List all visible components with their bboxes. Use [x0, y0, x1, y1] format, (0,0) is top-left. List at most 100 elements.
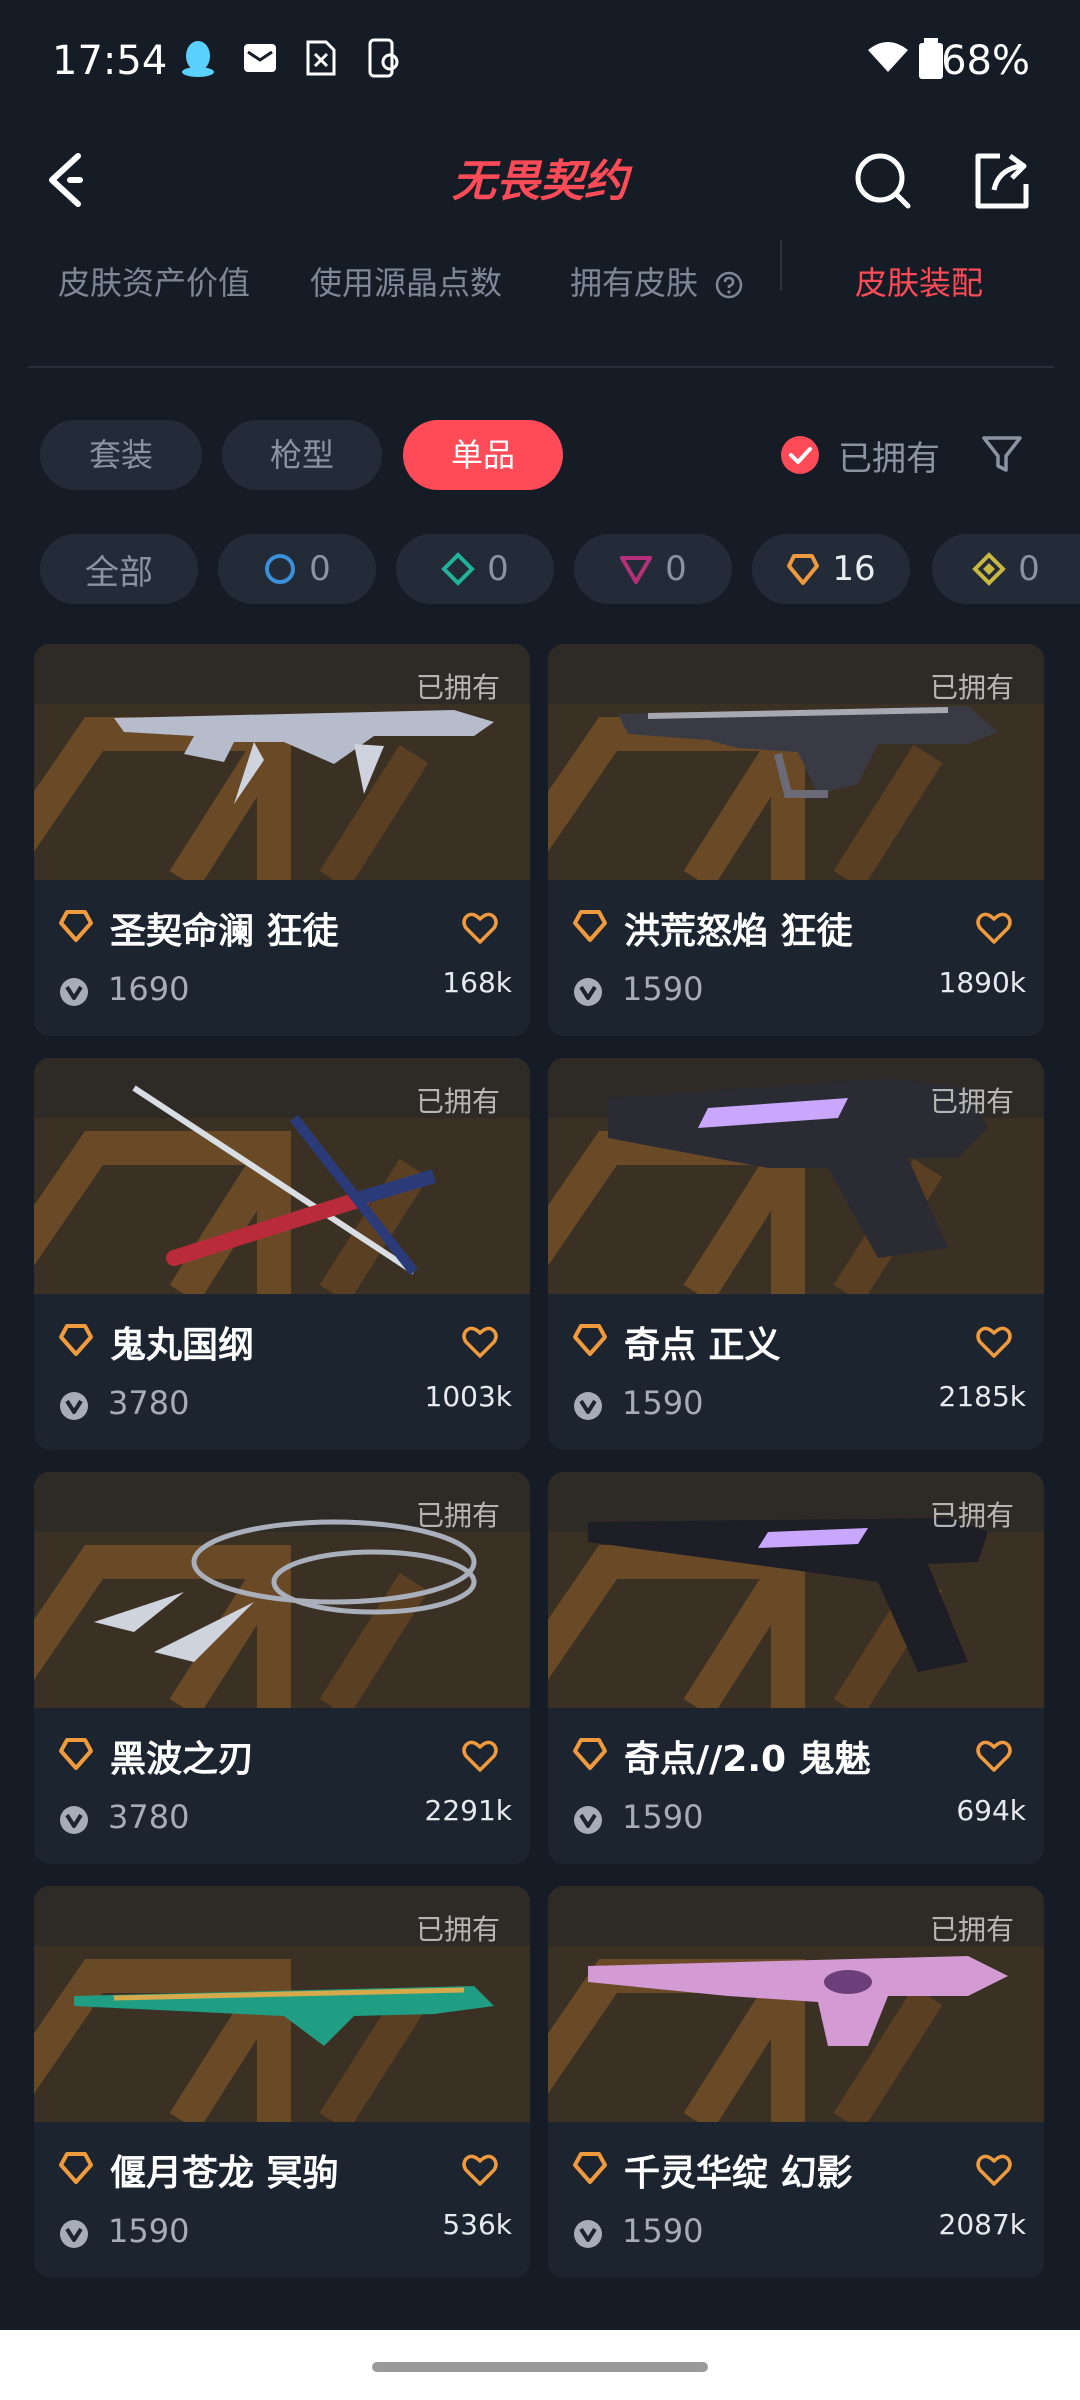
- skin-price: 3780: [108, 1384, 190, 1422]
- tab-asset-value[interactable]: 皮肤资产价值: [58, 258, 250, 304]
- sim-icon: [306, 40, 336, 76]
- rarity-count: 0: [309, 549, 331, 589]
- skin-info: 圣契命澜 狂徒 1690 168k: [34, 880, 530, 1036]
- valorant-points-icon: [574, 978, 602, 1006]
- chip-gun-type[interactable]: 枪型: [222, 420, 382, 490]
- rarity-chip-all[interactable]: 全部: [40, 534, 198, 604]
- owned-tag: 已拥有: [929, 1085, 1014, 1118]
- select-tier-icon: [265, 554, 296, 584]
- skin-name: 千灵华绽 幻影: [624, 2153, 853, 2194]
- skin-name: 圣契命澜 狂徒: [110, 911, 339, 952]
- svg-text:无畏契约: 无畏契约: [452, 156, 633, 207]
- owned-filter[interactable]: 已拥有: [780, 428, 940, 482]
- skin-image: 已拥有: [34, 1886, 530, 2122]
- valorant-points-icon: [574, 1806, 602, 1834]
- divider: [28, 366, 1054, 368]
- like-count: 694k: [956, 1794, 1026, 1827]
- heart-icon[interactable]: [974, 1736, 1014, 1776]
- skin-name: 奇点 正义: [624, 1325, 781, 1366]
- skin-card[interactable]: 已拥有 奇点 正义 1590 2185k: [548, 1058, 1044, 1450]
- exclusive-tier-icon: [573, 2152, 607, 2184]
- search-icon[interactable]: [850, 148, 914, 212]
- back-icon[interactable]: [40, 150, 100, 210]
- skin-card[interactable]: 已拥有 洪荒怒焰 狂徒 1590 1890k: [548, 644, 1044, 1036]
- skin-info: 千灵华绽 幻影 1590 2087k: [548, 2122, 1044, 2278]
- rarity-chip-select[interactable]: 0: [218, 534, 376, 604]
- skin-name: 鬼丸国纲: [110, 1325, 255, 1366]
- skin-price: 1590: [622, 970, 704, 1008]
- share-icon[interactable]: [970, 148, 1034, 212]
- like-count: 2291k: [424, 1794, 512, 1827]
- rarity-count: 0: [665, 549, 687, 589]
- skin-image: 已拥有: [548, 1058, 1044, 1294]
- skin-image: 已拥有: [548, 1886, 1044, 2122]
- tab-owned-skins[interactable]: 拥有皮肤: [570, 258, 744, 304]
- skin-info: 偃月苍龙 冥驹 1590 536k: [34, 2122, 530, 2278]
- rarity-chip-exclusive[interactable]: 16: [752, 534, 910, 604]
- skin-card[interactable]: 已拥有 黑波之刃 3780 2291k: [34, 1472, 530, 1864]
- skin-card[interactable]: 已拥有 千灵华绽 幻影 1590 2087k: [548, 1886, 1044, 2278]
- rarity-chip-ultra[interactable]: 0: [932, 534, 1080, 604]
- deluxe-tier-icon: [441, 552, 476, 586]
- home-indicator[interactable]: [372, 2362, 708, 2372]
- owned-filter-label: 已拥有: [838, 438, 940, 479]
- heart-icon[interactable]: [974, 2150, 1014, 2190]
- mail-icon: [244, 44, 276, 72]
- rarity-count: 0: [487, 549, 509, 589]
- chip-single-item[interactable]: 单品: [403, 420, 563, 490]
- filter-icon[interactable]: [980, 432, 1024, 476]
- wifi-icon: [868, 42, 908, 72]
- tab-radianite-points[interactable]: 使用源晶点数: [310, 258, 502, 304]
- tab-divider: [780, 240, 782, 290]
- check-circle-icon[interactable]: [780, 435, 820, 475]
- ultra-tier-icon: [972, 552, 1007, 586]
- skin-info: 鬼丸国纲 3780 1003k: [34, 1294, 530, 1450]
- qq-icon: [182, 41, 214, 77]
- help-icon[interactable]: [714, 270, 744, 300]
- skin-image: 已拥有: [34, 644, 530, 880]
- valorant-points-icon: [574, 1392, 602, 1420]
- heart-icon[interactable]: [460, 1736, 500, 1776]
- skin-name: 洪荒怒焰 狂徒: [624, 911, 853, 952]
- skin-card[interactable]: 已拥有 偃月苍龙 冥驹 1590 536k: [34, 1886, 530, 2278]
- like-count: 2087k: [938, 2208, 1026, 2241]
- heart-icon[interactable]: [974, 1322, 1014, 1362]
- valorant-points-icon: [60, 1392, 88, 1420]
- rarity-count: 16: [832, 549, 876, 589]
- valorant-points-icon: [60, 1806, 88, 1834]
- skin-info: 奇点 正义 1590 2185k: [548, 1294, 1044, 1450]
- skin-image: 已拥有: [548, 1472, 1044, 1708]
- skin-price: 3780: [108, 1798, 190, 1836]
- skin-card[interactable]: 已拥有 奇点//2.0 鬼魅 1590 694k: [548, 1472, 1044, 1864]
- owned-tag: 已拥有: [929, 1499, 1014, 1532]
- like-count: 168k: [442, 966, 512, 999]
- rarity-chip-deluxe[interactable]: 0: [396, 534, 554, 604]
- tab-owned-skins-label: 拥有皮肤: [570, 264, 699, 302]
- battery-percent: 68%: [941, 38, 1030, 84]
- skin-image: 已拥有: [548, 644, 1044, 880]
- heart-icon[interactable]: [460, 2150, 500, 2190]
- valorant-points-icon: [574, 2220, 602, 2248]
- tab-skin-loadout[interactable]: 皮肤装配: [855, 258, 983, 304]
- exclusive-tier-icon: [787, 554, 820, 585]
- premium-tier-icon: [620, 556, 653, 584]
- skin-info: 洪荒怒焰 狂徒 1590 1890k: [548, 880, 1044, 1036]
- like-count: 1890k: [938, 966, 1026, 999]
- status-time: 17:54: [52, 38, 168, 84]
- skin-name: 奇点//2.0 鬼魅: [624, 1739, 871, 1780]
- rarity-chip-label: 全部: [85, 552, 153, 593]
- heart-icon[interactable]: [460, 908, 500, 948]
- chip-bundle[interactable]: 套装: [40, 420, 202, 490]
- skin-name: 黑波之刃: [110, 1739, 255, 1780]
- owned-tag: 已拥有: [415, 671, 500, 704]
- exclusive-tier-icon: [573, 910, 607, 942]
- skin-price: 1690: [108, 970, 190, 1008]
- skin-card[interactable]: 已拥有 圣契命澜 狂徒 1690 168k: [34, 644, 530, 1036]
- valorant-points-icon: [60, 978, 88, 1006]
- heart-icon[interactable]: [460, 1322, 500, 1362]
- skin-card[interactable]: 已拥有 鬼丸国纲 3780 1003k: [34, 1058, 530, 1450]
- owned-tag: 已拥有: [929, 671, 1014, 704]
- heart-icon[interactable]: [974, 908, 1014, 948]
- owned-tag: 已拥有: [415, 1913, 500, 1946]
- rarity-chip-premium[interactable]: 0: [574, 534, 732, 604]
